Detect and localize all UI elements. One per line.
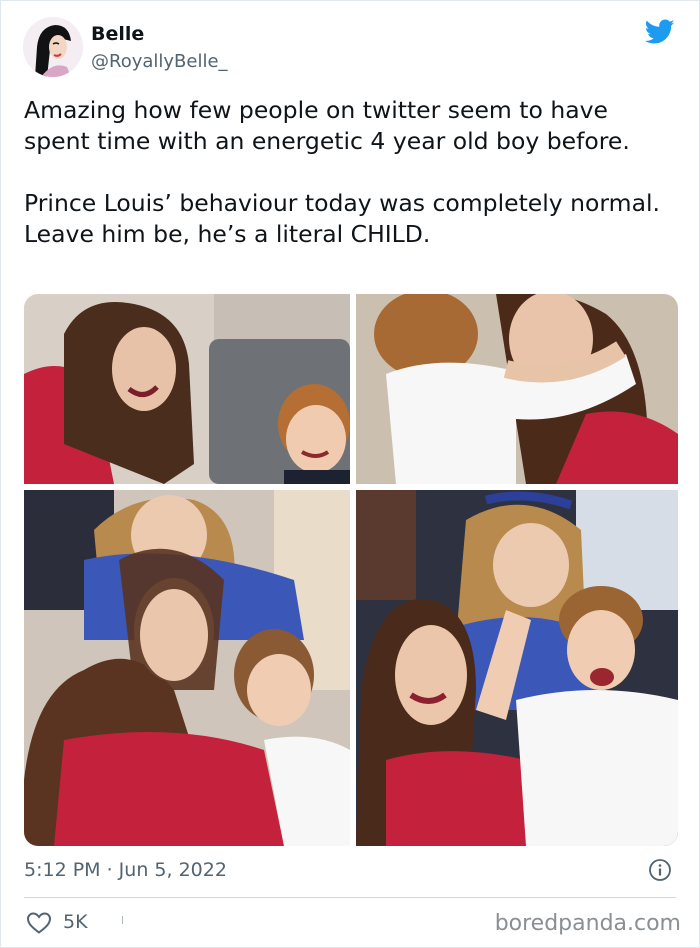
tweet-timestamp[interactable]: 5:12 PM · Jun 5, 2022: [24, 859, 227, 881]
display-name[interactable]: Belle: [91, 23, 144, 45]
tweet-text: Amazing how few people on twitter seem t…: [24, 96, 660, 248]
photo-2[interactable]: [356, 294, 678, 484]
twitter-bird-icon[interactable]: [644, 19, 675, 45]
heart-icon[interactable]: [26, 911, 52, 935]
watermark: boredpanda.com: [494, 911, 681, 936]
tweet-media-grid[interactable]: [24, 294, 678, 846]
separator-tick: [122, 916, 123, 924]
user-handle[interactable]: @RoyallyBelle_: [91, 51, 228, 72]
avatar[interactable]: [23, 17, 83, 77]
info-icon[interactable]: [648, 858, 672, 882]
photo-4[interactable]: [356, 490, 678, 846]
like-count: 5K: [63, 911, 88, 933]
tweet-card: Belle @RoyallyBelle_ Amazing how few peo…: [0, 0, 700, 948]
divider: [24, 897, 676, 898]
photo-3[interactable]: [24, 490, 350, 846]
photo-1[interactable]: [24, 294, 350, 484]
